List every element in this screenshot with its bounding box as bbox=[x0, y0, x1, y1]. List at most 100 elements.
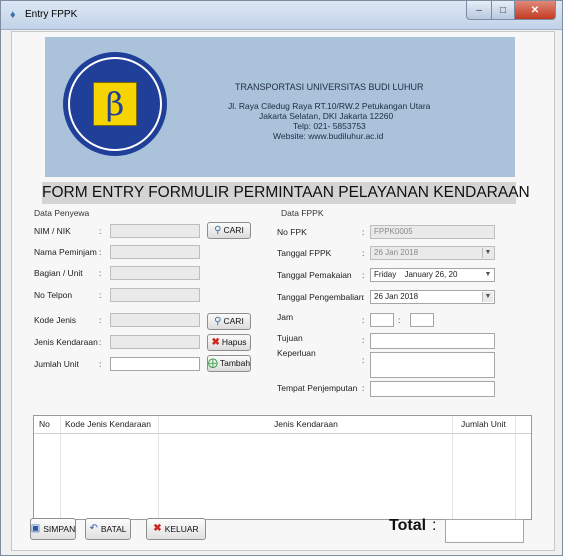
batal-label: BATAL bbox=[100, 524, 127, 534]
colon-no-fpk: : bbox=[362, 227, 365, 237]
column-header-no[interactable]: No bbox=[39, 419, 50, 429]
batal-button[interactable]: ↶ BATAL bbox=[85, 518, 131, 540]
label-tanggal-pemakaian: Tanggal Pemakaian bbox=[277, 270, 352, 280]
close-button[interactable]: ✕ bbox=[515, 1, 556, 20]
simpan-label: SIMPAN bbox=[43, 524, 76, 534]
tujuan-input[interactable] bbox=[370, 333, 495, 349]
header-phone-line: Telp: 021- 5853753 bbox=[293, 121, 366, 131]
colon-jam-separator: : bbox=[398, 315, 401, 325]
no-fpk-input[interactable]: FPPK0005 bbox=[370, 225, 495, 239]
colon-nim: : bbox=[99, 226, 102, 236]
tanggal-pengembalian-picker[interactable]: 26 Jan 2018 ▼ bbox=[370, 290, 495, 304]
jam-hour-input[interactable] bbox=[370, 313, 394, 327]
kendaraan-grid[interactable]: No Kode Jenis Kendaraan Jenis Kendaraan … bbox=[33, 415, 532, 520]
hapus-label: Hapus bbox=[221, 337, 247, 347]
label-no-telpon: No Telpon bbox=[34, 290, 73, 300]
colon-bagian: : bbox=[99, 268, 102, 278]
keperluan-input[interactable] bbox=[370, 352, 495, 378]
tempat-penjemputan-input[interactable] bbox=[370, 381, 495, 397]
label-keperluan: Keperluan bbox=[277, 348, 316, 358]
window-title: Entry FPPK bbox=[25, 9, 78, 20]
label-jumlah-unit: Jumlah Unit bbox=[34, 359, 79, 369]
colon-tanggal-pemakaian: : bbox=[362, 270, 365, 280]
university-logo: β bbox=[63, 52, 167, 156]
colon-telpon: : bbox=[99, 290, 102, 300]
jenis-kendaraan-input[interactable] bbox=[110, 335, 200, 349]
tambah-button[interactable]: ⨁ Tambah bbox=[207, 355, 251, 372]
grid-header: No Kode Jenis Kendaraan Jenis Kendaraan … bbox=[34, 416, 531, 434]
bagian-unit-input[interactable] bbox=[110, 266, 200, 280]
header-banner: β TRANSPORTASI UNIVERSITAS BUDI LUHUR Jl… bbox=[45, 37, 515, 177]
total-colon: : bbox=[432, 517, 437, 534]
column-header-kode-jenis[interactable]: Kode Jenis Kendaraan bbox=[65, 419, 151, 429]
no-telpon-input[interactable] bbox=[110, 288, 200, 302]
undo-arrow-icon: ↶ bbox=[89, 523, 98, 534]
search-icon: ⚲ bbox=[214, 224, 222, 236]
header-address-line: Jl. Raya Ciledug Raya RT.10/RW.2 Petukan… bbox=[228, 101, 431, 111]
simpan-button[interactable]: ▣ SIMPAN bbox=[30, 518, 76, 540]
hapus-button[interactable]: ✖ Hapus bbox=[207, 334, 251, 351]
add-circle-icon: ⨁ bbox=[207, 357, 218, 369]
maximize-button[interactable]: □ bbox=[492, 1, 515, 20]
column-header-jenis-kendaraan[interactable]: Jenis Kendaraan bbox=[274, 419, 338, 429]
colon-jumlah-unit: : bbox=[99, 359, 102, 369]
colon-tanggal-pengembalian: : bbox=[362, 292, 365, 302]
cari-jenis-button[interactable]: ⚲ CARI bbox=[207, 313, 251, 330]
jam-minute-input[interactable] bbox=[410, 313, 434, 327]
colon-tujuan: : bbox=[362, 335, 365, 345]
label-tanggal-pengembalian: Tanggal Pengembalian bbox=[277, 292, 364, 302]
header-org-name: TRANSPORTASI UNIVERSITAS BUDI LUHUR bbox=[235, 82, 424, 92]
colon-keperluan: : bbox=[362, 355, 365, 365]
colon-jam: : bbox=[362, 315, 365, 325]
label-tanggal-fppk: Tanggal FPPK bbox=[277, 248, 332, 258]
nim-input[interactable] bbox=[110, 224, 200, 238]
label-kode-jenis: Kode Jenis bbox=[34, 315, 77, 325]
tanggal-pengembalian-value: 26 Jan 2018 bbox=[374, 292, 419, 301]
window-controls: – □ ✕ bbox=[466, 1, 556, 20]
header-city-line: Jakarta Selatan, DKI Jakarta 12260 bbox=[259, 111, 394, 121]
label-jenis-kendaraan: Jenis Kendaraan bbox=[34, 337, 98, 347]
minimize-button[interactable]: – bbox=[466, 1, 492, 20]
column-header-jumlah-unit[interactable]: Jumlah Unit bbox=[461, 419, 506, 429]
exit-x-icon: ✖ bbox=[153, 523, 162, 534]
total-value-field[interactable] bbox=[445, 519, 524, 543]
column-divider bbox=[515, 416, 516, 519]
calendar-dropdown-icon[interactable]: ▼ bbox=[482, 292, 493, 302]
keluar-label: KELUAR bbox=[164, 524, 199, 534]
label-no-fpk: No FPK bbox=[277, 227, 307, 237]
colon-tanggal-fppk: : bbox=[362, 248, 365, 258]
label-tempat-penjemputan: Tempat Penjemputan bbox=[277, 383, 358, 393]
form-content: β TRANSPORTASI UNIVERSITAS BUDI LUHUR Jl… bbox=[11, 31, 555, 551]
label-jam: Jam bbox=[277, 312, 294, 322]
header-website-line: Website: www.budiluhur.ac.id bbox=[273, 131, 384, 141]
tanggal-fppk-picker[interactable]: 26 Jan 2018 ▼ bbox=[370, 246, 495, 260]
label-nim: NIM / NIK bbox=[34, 226, 71, 236]
tanggal-fppk-value: 26 Jan 2018 bbox=[374, 248, 419, 257]
cari-penyewa-button[interactable]: ⚲ CARI bbox=[207, 222, 251, 239]
keluar-button[interactable]: ✖ KELUAR bbox=[146, 518, 206, 540]
group-label-data-fppk: Data FPPK bbox=[281, 208, 324, 218]
colon-kode-jenis: : bbox=[99, 315, 102, 325]
column-divider bbox=[158, 416, 159, 519]
kode-jenis-input[interactable] bbox=[110, 313, 200, 327]
tanggal-pemakaian-day: Friday bbox=[374, 270, 397, 279]
label-bagian-unit: Bagian / Unit bbox=[34, 268, 83, 278]
tanggal-pemakaian-picker[interactable]: Friday January 26, 20 ▼ bbox=[370, 268, 495, 282]
calendar-dropdown-icon[interactable]: ▼ bbox=[482, 248, 493, 258]
jumlah-unit-input[interactable] bbox=[110, 357, 200, 371]
app-icon: ♦ bbox=[10, 9, 16, 21]
save-disk-icon: ▣ bbox=[30, 523, 41, 534]
nama-peminjam-input[interactable] bbox=[110, 245, 200, 259]
form-title: FORM ENTRY FORMULIR PERMINTAAN PELAYANAN… bbox=[42, 182, 530, 204]
title-bar[interactable]: ♦ Entry FPPK – □ ✕ bbox=[1, 1, 562, 30]
cari-penyewa-label: CARI bbox=[223, 225, 244, 235]
tambah-label: Tambah bbox=[219, 358, 251, 368]
chevron-down-icon[interactable]: ▼ bbox=[483, 270, 493, 280]
colon-nama: : bbox=[99, 247, 102, 257]
delete-x-icon: ✖ bbox=[211, 336, 220, 348]
logo-mark-icon: β bbox=[93, 82, 137, 126]
tanggal-pemakaian-date: January 26, 20 bbox=[404, 270, 458, 279]
label-nama-peminjam: Nama Peminjam bbox=[34, 247, 97, 257]
column-divider bbox=[60, 416, 61, 519]
total-label: Total bbox=[389, 517, 427, 534]
